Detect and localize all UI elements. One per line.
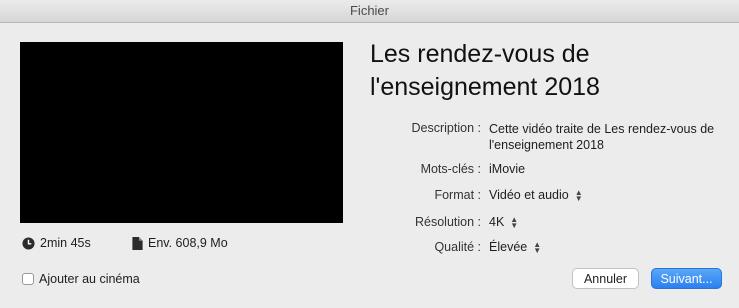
- size-text: Env. 608,9 Mo: [148, 236, 228, 250]
- add-to-theater-option[interactable]: Ajouter au cinéma: [22, 272, 140, 286]
- clock-icon: [22, 236, 35, 250]
- project-title[interactable]: Les rendez-vous de l'enseignement 2018: [370, 38, 720, 104]
- document-icon: [132, 236, 143, 250]
- format-value: Vidéo et audio: [489, 188, 569, 202]
- resolution-label: Résolution :: [414, 215, 481, 229]
- keywords-label: Mots-clés :: [420, 162, 481, 176]
- size-info: Env. 608,9 Mo: [132, 236, 228, 250]
- format-select[interactable]: Vidéo et audio ▲ ▼: [489, 188, 583, 202]
- resolution-value: 4K: [489, 215, 505, 229]
- duration-text: 2min 45s: [40, 236, 91, 250]
- updown-chevron-icon: ▲ ▼: [533, 239, 542, 255]
- quality-value: Élevée: [489, 240, 528, 254]
- video-preview: [20, 42, 343, 223]
- format-label: Format :: [434, 188, 481, 202]
- window-titlebar[interactable]: Fichier: [0, 0, 739, 23]
- add-to-theater-checkbox[interactable]: [22, 273, 34, 285]
- keywords-field[interactable]: iMovie: [489, 162, 525, 176]
- description-label: Description :: [411, 121, 481, 135]
- resolution-select[interactable]: 4K ▲ ▼: [489, 215, 518, 229]
- updown-chevron-icon: ▲ ▼: [510, 214, 519, 230]
- next-button[interactable]: Suivant...: [651, 268, 722, 289]
- cancel-button[interactable]: Annuler: [572, 268, 639, 289]
- updown-chevron-icon: ▲ ▼: [574, 187, 583, 203]
- duration-info: 2min 45s: [22, 236, 91, 250]
- quality-label: Qualité :: [434, 240, 481, 254]
- description-field[interactable]: Cette vidéo traite de Les rendez-vous de…: [489, 121, 724, 153]
- window-title: Fichier: [349, 3, 389, 18]
- quality-select[interactable]: Élevée ▲ ▼: [489, 240, 541, 254]
- add-to-theater-label: Ajouter au cinéma: [39, 272, 140, 286]
